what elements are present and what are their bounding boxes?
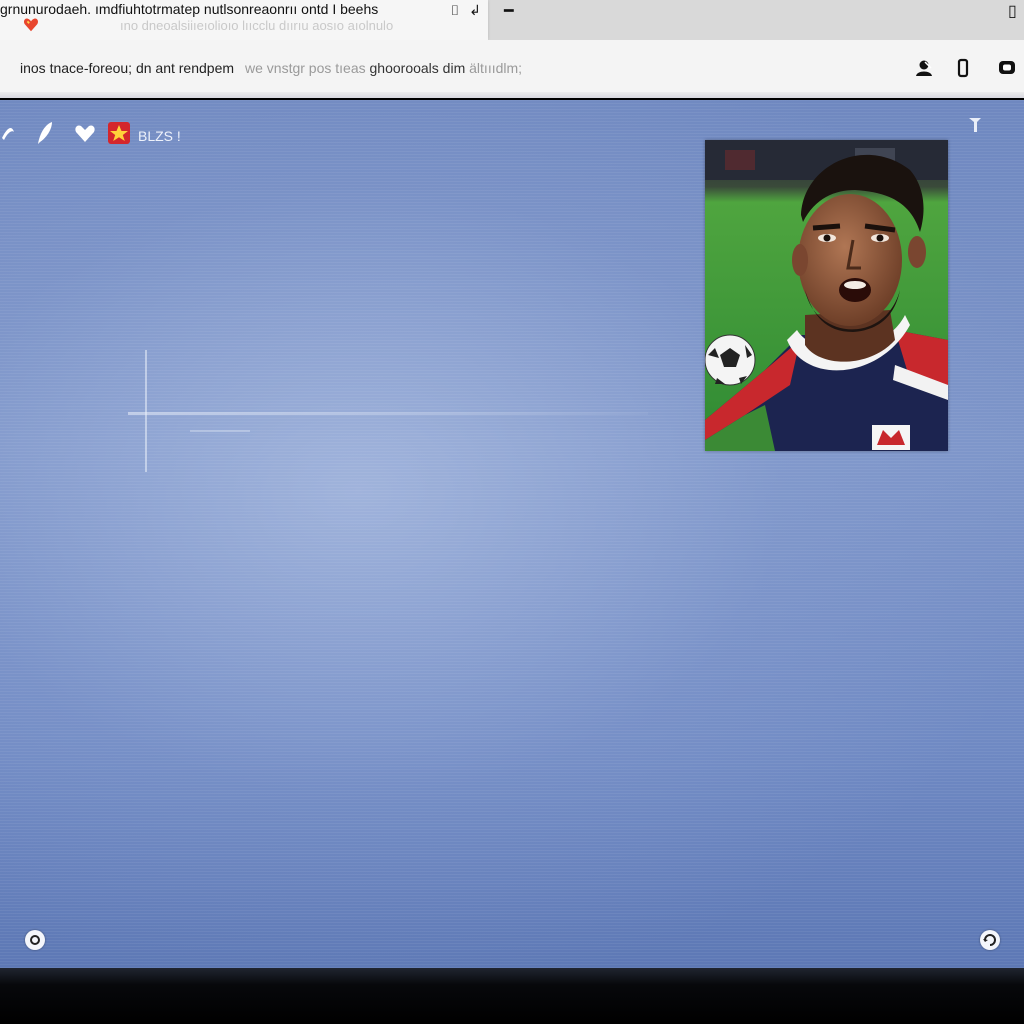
guide-line-horizontal [128, 412, 648, 415]
tab-extra-button[interactable]: ↲ [468, 0, 482, 20]
page-nav: BLZS ! [0, 118, 200, 148]
heart-outline-icon[interactable] [72, 118, 98, 148]
nav-label: BLZS ! [138, 128, 181, 144]
page-content: BLZS ! [0, 100, 1024, 968]
browser-tab-active[interactable]: grnunurodaeh. ımdfiuhtotrmatep nutlsonre… [0, 0, 488, 40]
corner-button-left[interactable] [25, 930, 45, 950]
settings-icon [30, 935, 40, 945]
soccer-player-photo[interactable] [705, 140, 948, 451]
url-faded-text: we vnstgr pos tıeas ghoorooals dim ältıı… [245, 60, 522, 76]
feather-icon[interactable] [32, 118, 58, 148]
tab-title: grnunurodaeh. ımdfiuhtotrmatep nutlsonre… [0, 1, 379, 17]
refresh-icon [983, 934, 996, 946]
tab-close-button[interactable]: ⌷ [448, 0, 462, 20]
minimize-button[interactable]: ━ [504, 2, 514, 22]
corner-button-right[interactable] [980, 930, 1000, 950]
guide-line-vertical [145, 350, 147, 472]
arrow-icon[interactable] [966, 114, 984, 134]
bird-icon[interactable] [0, 118, 26, 148]
title-bar: grnunurodaeh. ımdfiuhtotrmatep nutlsonre… [0, 0, 1024, 40]
url-faded-mid: ghoorooals dim [369, 60, 466, 76]
tab-subtitle: ıno dneoalsiiıeıolioıo lııcclu dıırıu ao… [120, 18, 394, 33]
address-bar[interactable]: inos tnace-foreou; dn ant rendpem we vns… [0, 40, 1024, 98]
heart-icon [23, 18, 39, 32]
guide-tick [190, 430, 250, 432]
profile-icon[interactable] [914, 58, 934, 78]
chat-icon[interactable] [997, 58, 1017, 78]
maximize-button[interactable]: ▯ [1008, 2, 1017, 22]
url-faded-suffix: ältıııdlm; [469, 60, 523, 76]
phone-icon[interactable] [953, 58, 973, 78]
url-text[interactable]: inos tnace-foreou; dn ant rendpem [20, 60, 234, 76]
star-badge-icon[interactable] [106, 118, 132, 148]
player-illustration [705, 140, 948, 451]
taskbar [0, 968, 1024, 1024]
url-faded-prefix: we vnstgr pos tıeas [245, 60, 366, 76]
